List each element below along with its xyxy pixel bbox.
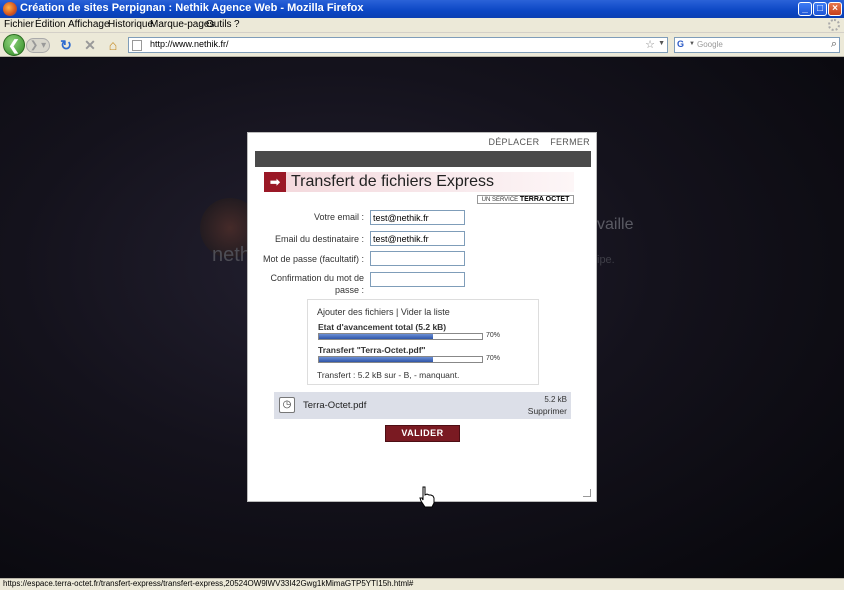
arrow-right-icon: ➡ bbox=[264, 172, 286, 192]
brand-prefix: UN SERVICE bbox=[481, 197, 519, 203]
confirm-password-label: Confirmation du mot de passe : bbox=[270, 273, 364, 295]
menu-help[interactable]: ? bbox=[234, 19, 240, 30]
close-link[interactable]: FERMER bbox=[550, 137, 590, 147]
file-list-item: ◷ Terra-Octet.pdf 5.2 kB Supprimer bbox=[274, 392, 571, 419]
password-field[interactable] bbox=[370, 251, 465, 266]
url-dropdown-icon[interactable]: ▼ bbox=[658, 40, 665, 47]
upload-panel: Ajouter des fichiers | Vider la liste Et… bbox=[307, 299, 539, 385]
menu-fichier[interactable]: Fichier bbox=[4, 19, 34, 30]
firefox-icon bbox=[3, 2, 17, 16]
background-side-sub: ipe. bbox=[597, 254, 615, 266]
hand-cursor-icon bbox=[419, 486, 435, 508]
status-bar: https://espace.terra-octet.fr/transfert-… bbox=[0, 578, 844, 590]
dialog-header-bar bbox=[255, 151, 591, 167]
minimize-button[interactable]: _ bbox=[798, 2, 812, 16]
menu-bar: Fichier Édition Affichage Historique Mar… bbox=[0, 18, 844, 33]
search-engine-dropdown-icon[interactable]: ▼ bbox=[689, 41, 695, 47]
search-box[interactable]: G ▼ Google ⌕ bbox=[674, 37, 840, 53]
your-email-label: Votre email : bbox=[313, 212, 364, 222]
recipient-email-field[interactable] bbox=[370, 231, 465, 246]
upload-actions[interactable]: Ajouter des fichiers | Vider la liste bbox=[317, 307, 450, 317]
recipient-email-label: Email du destinataire : bbox=[274, 234, 364, 244]
menu-affichage[interactable]: Affichage bbox=[68, 19, 110, 30]
file-progress-bar bbox=[318, 356, 483, 363]
back-button[interactable]: ❮ bbox=[3, 34, 25, 56]
total-progress-fill bbox=[319, 334, 434, 339]
status-url: https://espace.terra-octet.fr/transfert-… bbox=[3, 579, 414, 588]
dialog-title-banner: ➡ Transfert de fichiers Express bbox=[264, 172, 574, 192]
file-name: Terra-Octet.pdf bbox=[303, 400, 367, 411]
page-icon bbox=[132, 40, 142, 51]
file-progress-fill bbox=[319, 357, 434, 362]
validate-button[interactable]: VALIDER bbox=[385, 425, 460, 442]
maximize-button[interactable]: □ bbox=[813, 2, 827, 16]
clock-icon: ◷ bbox=[279, 397, 295, 413]
total-progress-label: Etat d'avancement total (5.2 kB) bbox=[318, 322, 447, 332]
background-side-text: vaille bbox=[597, 216, 634, 233]
your-email-field[interactable] bbox=[370, 210, 465, 225]
terra-octet-logo: UN SERVICE TERRA OCTET bbox=[477, 195, 574, 204]
file-progress-label: Transfert "Terra-Octet.pdf" bbox=[318, 345, 426, 355]
reload-icon[interactable]: ↻ bbox=[58, 37, 74, 53]
resize-handle-icon[interactable] bbox=[583, 489, 591, 497]
page-content: nethik vaille ipe. DÉPLACER FERMER ➡ Tra… bbox=[0, 58, 844, 578]
menu-edition[interactable]: Édition bbox=[35, 19, 66, 30]
total-progress-bar bbox=[318, 333, 483, 340]
window-title: Création de sites Perpignan : Nethik Age… bbox=[20, 2, 364, 14]
close-window-button[interactable]: × bbox=[828, 2, 842, 16]
firefox-window: Création de sites Perpignan : Nethik Age… bbox=[0, 0, 844, 590]
total-progress-percent: 70% bbox=[486, 332, 501, 339]
stop-icon[interactable]: ✕ bbox=[82, 37, 98, 53]
home-icon[interactable]: ⌂ bbox=[105, 37, 121, 53]
throbber-icon bbox=[828, 19, 840, 31]
menu-marque-pages[interactable]: Marque-pages bbox=[150, 19, 214, 30]
url-bar[interactable]: http://www.nethik.fr/ ☆ ▼ bbox=[128, 37, 668, 53]
transfer-dialog: DÉPLACER FERMER ➡ Transfert de fichiers … bbox=[247, 132, 597, 502]
dialog-top-links: DÉPLACER FERMER bbox=[480, 137, 590, 147]
file-size: 5.2 kB bbox=[544, 395, 567, 404]
file-progress-percent: 70% bbox=[486, 355, 501, 362]
move-link[interactable]: DÉPLACER bbox=[488, 137, 539, 147]
transfer-status: Transfert : 5.2 kB sur - B, - manquant. bbox=[317, 370, 460, 380]
brand-name: TERRA OCTET bbox=[519, 196, 570, 203]
title-bar: Création de sites Perpignan : Nethik Age… bbox=[0, 0, 844, 18]
remove-file-link[interactable]: Supprimer bbox=[528, 406, 567, 416]
search-icon[interactable]: ⌕ bbox=[831, 38, 837, 51]
search-placeholder: Google bbox=[697, 40, 723, 49]
bookmark-star-icon[interactable]: ☆ bbox=[645, 38, 655, 51]
dialog-title: Transfert de fichiers Express bbox=[291, 173, 495, 190]
menu-historique[interactable]: Historique bbox=[108, 19, 153, 30]
google-icon[interactable]: G bbox=[677, 39, 688, 50]
url-text: http://www.nethik.fr/ bbox=[150, 39, 229, 49]
navigation-toolbar: ❮ ❯ ▾ ↻ ✕ ⌂ http://www.nethik.fr/ ☆ ▼ G … bbox=[0, 33, 844, 57]
password-label: Mot de passe (facultatif) : bbox=[262, 254, 364, 264]
forward-button[interactable]: ❯ ▾ bbox=[26, 38, 50, 53]
menu-outils[interactable]: Outils bbox=[206, 19, 232, 30]
confirm-password-field[interactable] bbox=[370, 272, 465, 287]
